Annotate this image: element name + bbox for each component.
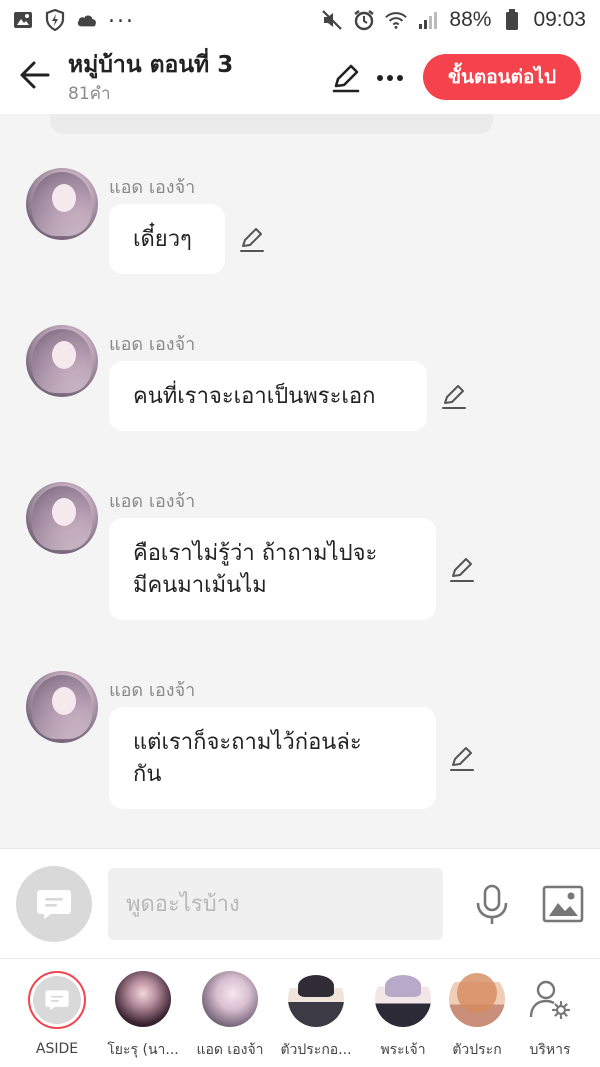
more-notifications-icon: ...: [108, 3, 135, 28]
image-icon: [542, 885, 584, 923]
chat-message: แอด เองจ้า เดี๋ยวๆ: [0, 168, 600, 288]
chat-message: แอด เองจ้า คนที่เราจะเอาเป็นพระเอก: [0, 325, 600, 445]
character-label: โยะรุ (นา...: [107, 1042, 179, 1058]
character-label: ตัวประก: [452, 1042, 502, 1058]
aside-avatar: [28, 971, 86, 1029]
sender-name: แอด เองจ้า: [109, 177, 196, 198]
mute-icon: [321, 9, 343, 31]
edit-message-button[interactable]: [448, 745, 476, 773]
shield-icon: [44, 9, 66, 31]
chat-bubble-icon: [37, 890, 71, 919]
character-selector: ASIDE โยะรุ (นา... แอด เองจ้า ตัวประกอ..…: [0, 958, 600, 1067]
character-ad[interactable]: แอด เองจ้า: [186, 971, 274, 1061]
episode-title: หมู่บ้าน ตอนที่ 3: [68, 52, 234, 78]
sender-name: แอด เองจ้า: [109, 334, 196, 355]
message-text-line: มีคนมาเม้นไม: [133, 573, 267, 598]
avatar[interactable]: [26, 325, 98, 397]
message-bubble[interactable]: เดี๋ยวๆ: [109, 204, 225, 274]
title-block: หมู่บ้าน ตอนที่ 3 81คำ: [68, 50, 233, 106]
mic-icon: [476, 884, 508, 924]
message-bubble[interactable]: คือเราไม่รู้ว่า ถ้าถามไปจะ มีคนมาเม้นไม: [109, 518, 436, 620]
avatar[interactable]: [26, 482, 98, 554]
sender-name: แอด เองจ้า: [109, 680, 196, 701]
message-text-line: คือเราไม่รู้ว่า ถ้าถามไปจะ: [133, 541, 378, 566]
sender-name: แอด เองจ้า: [109, 491, 196, 512]
message-text-line: แต่เราก็จะถามไว้ก่อนล่ะ: [133, 730, 362, 755]
message-text-line: กัน: [133, 762, 162, 787]
arrow-left-icon: [20, 61, 50, 89]
character-extra-2[interactable]: ตัวประก: [442, 971, 512, 1061]
pencil-icon: [450, 558, 474, 582]
character-extra-1[interactable]: ตัวประกอ...: [272, 971, 360, 1061]
character-aside[interactable]: ASIDE: [13, 971, 101, 1057]
character-avatar: [375, 971, 431, 1027]
avatar[interactable]: [26, 671, 98, 743]
more-icon: [377, 75, 403, 81]
edit-message-button[interactable]: [238, 226, 266, 254]
character-avatar: [449, 971, 505, 1027]
character-label: ตัวประกอ...: [280, 1042, 352, 1058]
pencil-icon: [450, 747, 474, 771]
previous-message-bubble: [50, 114, 493, 134]
edit-message-button[interactable]: [440, 383, 468, 411]
next-step-button[interactable]: ขั้นตอนต่อไป: [423, 54, 581, 100]
status-left-icons: ...: [12, 5, 135, 31]
battery-percentage: 88%: [449, 8, 492, 31]
chat-mode-button[interactable]: [16, 866, 92, 942]
back-button[interactable]: [18, 58, 52, 92]
voice-input-button[interactable]: [473, 884, 511, 926]
pencil-icon: [442, 385, 466, 409]
chat-message: แอด เองจ้า คือเราไม่รู้ว่า ถ้าถามไปจะ มี…: [0, 482, 600, 632]
more-options-button[interactable]: [374, 62, 406, 94]
alarm-icon: [353, 9, 375, 31]
wifi-icon: [385, 9, 408, 31]
chat-bubble-icon: [45, 990, 69, 1011]
message-bubble[interactable]: แต่เราก็จะถามไว้ก่อนล่ะ กัน: [109, 707, 436, 809]
character-label: แอด เองจ้า: [196, 1042, 264, 1058]
character-avatar: [115, 971, 171, 1027]
manage-avatar: [522, 971, 578, 1027]
edit-message-button[interactable]: [448, 556, 476, 584]
message-text-line: เดี๋ยวๆ: [133, 227, 192, 252]
pencil-icon: [240, 228, 264, 252]
signal-icon: [417, 9, 439, 31]
battery-icon: [501, 9, 523, 31]
chat-area[interactable]: แอด เองจ้า เดี๋ยวๆ แอด เองจ้า คนที่เราจะ…: [0, 114, 600, 848]
chat-header: หมู่บ้าน ตอนที่ 3 81คำ ขั้นตอนต่อไป: [0, 40, 600, 114]
character-label: พระเจ้า: [380, 1042, 426, 1058]
message-text-line: คนที่เราจะเอาเป็นพระเอก: [133, 384, 376, 409]
avatar[interactable]: [26, 168, 98, 240]
edit-title-button[interactable]: [330, 62, 362, 94]
clock: 09:03: [533, 8, 586, 31]
manage-characters-button[interactable]: บริหาร: [506, 971, 594, 1061]
status-right-icons: 88% 09:03: [321, 8, 586, 32]
cloud-icon: [76, 9, 98, 31]
status-bar: ... 88% 09:03: [0, 0, 600, 40]
pencil-icon: [332, 64, 360, 93]
message-bubble[interactable]: คนที่เราจะเอาเป็นพระเอก: [109, 361, 427, 431]
character-yoru[interactable]: โยะรุ (นา...: [99, 971, 187, 1061]
character-avatar: [202, 971, 258, 1027]
message-input[interactable]: [108, 868, 443, 940]
message-input-bar: [0, 848, 600, 958]
user-settings-icon: [529, 980, 571, 1020]
word-count: 81คำ: [68, 84, 111, 104]
chat-message: แอด เองจ้า แต่เราก็จะถามไว้ก่อนล่ะ กัน: [0, 671, 600, 821]
attach-image-button[interactable]: [542, 885, 584, 923]
gallery-notification-icon: [12, 9, 34, 31]
character-avatar: [288, 971, 344, 1027]
character-label: ASIDE: [35, 1041, 79, 1057]
character-label: บริหาร: [529, 1042, 571, 1058]
character-god[interactable]: พระเจ้า: [359, 971, 447, 1061]
